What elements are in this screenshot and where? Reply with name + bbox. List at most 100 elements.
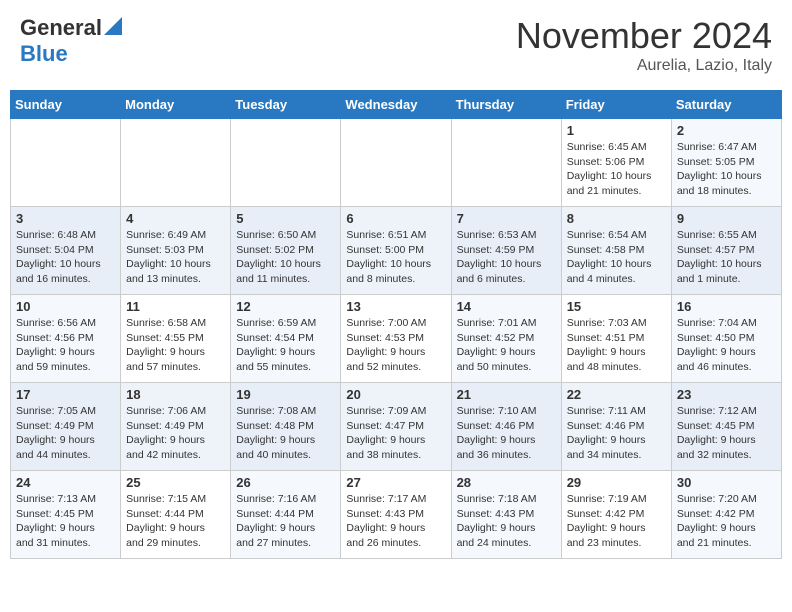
calendar-week-row: 24 Sunrise: 7:13 AM Sunset: 4:45 PM Dayli… [11,471,782,559]
day-info: Sunrise: 6:51 AM Sunset: 5:00 PM Dayligh… [346,228,445,287]
weekday-header-saturday: Saturday [671,91,781,119]
calendar-week-row: 3Sunrise: 6:48 AM Sunset: 5:04 PM Daylig… [11,207,782,295]
calendar-cell: 11 Sunrise: 6:58 AM Sunset: 4:55 PM Dayli… [121,295,231,383]
day-number: 24 [16,475,115,490]
day-info: Sunrise: 7:19 AM Sunset: 4:42 PM Dayligh… [567,492,666,551]
calendar-cell: 12Sunrise: 6:59 AM Sunset: 4:54 PM Dayli… [231,295,341,383]
day-number: 15 [567,299,666,314]
day-number: 5 [236,211,335,226]
day-number: 16 [677,299,776,314]
logo-triangle-icon [104,17,122,35]
day-info: Sunrise: 7:09 AM Sunset: 4:47 PM Dayligh… [346,404,445,463]
day-number: 9 [677,211,776,226]
day-info: Sunrise: 7:00 AM Sunset: 4:53 PM Dayligh… [346,316,445,375]
weekday-header-sunday: Sunday [11,91,121,119]
day-info: Sunrise: 6:45 AM Sunset: 5:06 PM Dayligh… [567,140,666,199]
month-title: November 2024 [516,15,772,57]
day-info: Sunrise: 6:48 AM Sunset: 5:04 PM Dayligh… [16,228,115,287]
day-number: 29 [567,475,666,490]
logo-blue-text: Blue [20,41,68,66]
day-info: Sunrise: 7:10 AM Sunset: 4:46 PM Dayligh… [457,404,556,463]
day-info: Sunrise: 7:08 AM Sunset: 4:48 PM Dayligh… [236,404,335,463]
day-info: Sunrise: 7:20 AM Sunset: 4:42 PM Dayligh… [677,492,776,551]
day-info: Sunrise: 6:53 AM Sunset: 4:59 PM Dayligh… [457,228,556,287]
day-number: 1 [567,123,666,138]
calendar-cell: 25 Sunrise: 7:15 AM Sunset: 4:44 PM Dayli… [121,471,231,559]
day-number: 8 [567,211,666,226]
day-number: 21 [457,387,556,402]
calendar-cell: 10Sunrise: 6:56 AM Sunset: 4:56 PM Dayli… [11,295,121,383]
calendar-cell: 21 Sunrise: 7:10 AM Sunset: 4:46 PM Dayli… [451,383,561,471]
day-number: 27 [346,475,445,490]
calendar-cell: 3Sunrise: 6:48 AM Sunset: 5:04 PM Daylig… [11,207,121,295]
day-number: 13 [346,299,445,314]
day-number: 20 [346,387,445,402]
calendar-cell: 30 Sunrise: 7:20 AM Sunset: 4:42 PM Dayli… [671,471,781,559]
day-number: 6 [346,211,445,226]
calendar-cell: 13 Sunrise: 7:00 AM Sunset: 4:53 PM Dayli… [341,295,451,383]
day-info: Sunrise: 7:15 AM Sunset: 4:44 PM Dayligh… [126,492,225,551]
calendar-cell: 23Sunrise: 7:12 AM Sunset: 4:45 PM Dayli… [671,383,781,471]
calendar-cell: 26Sunrise: 7:16 AM Sunset: 4:44 PM Dayli… [231,471,341,559]
calendar-cell: 19 Sunrise: 7:08 AM Sunset: 4:48 PM Dayli… [231,383,341,471]
day-number: 19 [236,387,335,402]
weekday-header-wednesday: Wednesday [341,91,451,119]
day-info: Sunrise: 7:03 AM Sunset: 4:51 PM Dayligh… [567,316,666,375]
calendar-cell: 14Sunrise: 7:01 AM Sunset: 4:52 PM Dayli… [451,295,561,383]
calendar-cell: 28 Sunrise: 7:18 AM Sunset: 4:43 PM Dayli… [451,471,561,559]
calendar-week-row: 17 Sunrise: 7:05 AM Sunset: 4:49 PM Dayli… [11,383,782,471]
day-info: Sunrise: 6:54 AM Sunset: 4:58 PM Dayligh… [567,228,666,287]
calendar-cell: 5 Sunrise: 6:50 AM Sunset: 5:02 PM Daylig… [231,207,341,295]
day-number: 4 [126,211,225,226]
calendar-cell: 15 Sunrise: 7:03 AM Sunset: 4:51 PM Dayli… [561,295,671,383]
day-number: 28 [457,475,556,490]
weekday-header-thursday: Thursday [451,91,561,119]
calendar-cell [231,119,341,207]
day-info: Sunrise: 7:13 AM Sunset: 4:45 PM Dayligh… [16,492,115,551]
day-number: 17 [16,387,115,402]
calendar-week-row: 1 Sunrise: 6:45 AM Sunset: 5:06 PM Daylig… [11,119,782,207]
day-info: Sunrise: 6:59 AM Sunset: 4:54 PM Dayligh… [236,316,335,375]
calendar-cell: 24 Sunrise: 7:13 AM Sunset: 4:45 PM Dayli… [11,471,121,559]
day-number: 2 [677,123,776,138]
calendar-cell: 4 Sunrise: 6:49 AM Sunset: 5:03 PM Daylig… [121,207,231,295]
calendar-week-row: 10Sunrise: 6:56 AM Sunset: 4:56 PM Dayli… [11,295,782,383]
day-number: 22 [567,387,666,402]
day-info: Sunrise: 6:47 AM Sunset: 5:05 PM Dayligh… [677,140,776,199]
logo-general-text: General [20,15,102,41]
calendar-cell: 20 Sunrise: 7:09 AM Sunset: 4:47 PM Dayli… [341,383,451,471]
page-header: General Blue November 2024 Aurelia, Lazi… [10,10,782,80]
day-info: Sunrise: 7:05 AM Sunset: 4:49 PM Dayligh… [16,404,115,463]
calendar-cell: 2 Sunrise: 6:47 AM Sunset: 5:05 PM Daylig… [671,119,781,207]
day-number: 23 [677,387,776,402]
day-info: Sunrise: 7:18 AM Sunset: 4:43 PM Dayligh… [457,492,556,551]
weekday-header-tuesday: Tuesday [231,91,341,119]
calendar-cell: 27 Sunrise: 7:17 AM Sunset: 4:43 PM Dayli… [341,471,451,559]
day-number: 25 [126,475,225,490]
title-block: November 2024 Aurelia, Lazio, Italy [516,15,772,75]
calendar-cell: 1 Sunrise: 6:45 AM Sunset: 5:06 PM Daylig… [561,119,671,207]
day-info: Sunrise: 6:49 AM Sunset: 5:03 PM Dayligh… [126,228,225,287]
weekday-header-monday: Monday [121,91,231,119]
day-info: Sunrise: 7:04 AM Sunset: 4:50 PM Dayligh… [677,316,776,375]
day-info: Sunrise: 7:11 AM Sunset: 4:46 PM Dayligh… [567,404,666,463]
calendar-cell: 8 Sunrise: 6:54 AM Sunset: 4:58 PM Daylig… [561,207,671,295]
calendar-cell: 7 Sunrise: 6:53 AM Sunset: 4:59 PM Daylig… [451,207,561,295]
day-number: 7 [457,211,556,226]
weekday-header-row: SundayMondayTuesdayWednesdayThursdayFrid… [11,91,782,119]
day-number: 11 [126,299,225,314]
day-number: 14 [457,299,556,314]
calendar-table: SundayMondayTuesdayWednesdayThursdayFrid… [10,90,782,559]
day-info: Sunrise: 6:58 AM Sunset: 4:55 PM Dayligh… [126,316,225,375]
calendar-cell: 6 Sunrise: 6:51 AM Sunset: 5:00 PM Daylig… [341,207,451,295]
day-info: Sunrise: 6:50 AM Sunset: 5:02 PM Dayligh… [236,228,335,287]
weekday-header-friday: Friday [561,91,671,119]
calendar-cell [341,119,451,207]
calendar-cell: 18Sunrise: 7:06 AM Sunset: 4:49 PM Dayli… [121,383,231,471]
calendar-cell: 29 Sunrise: 7:19 AM Sunset: 4:42 PM Dayli… [561,471,671,559]
day-number: 30 [677,475,776,490]
calendar-cell: 17 Sunrise: 7:05 AM Sunset: 4:49 PM Dayli… [11,383,121,471]
calendar-cell: 16 Sunrise: 7:04 AM Sunset: 4:50 PM Dayli… [671,295,781,383]
day-info: Sunrise: 7:17 AM Sunset: 4:43 PM Dayligh… [346,492,445,551]
day-info: Sunrise: 6:56 AM Sunset: 4:56 PM Dayligh… [16,316,115,375]
